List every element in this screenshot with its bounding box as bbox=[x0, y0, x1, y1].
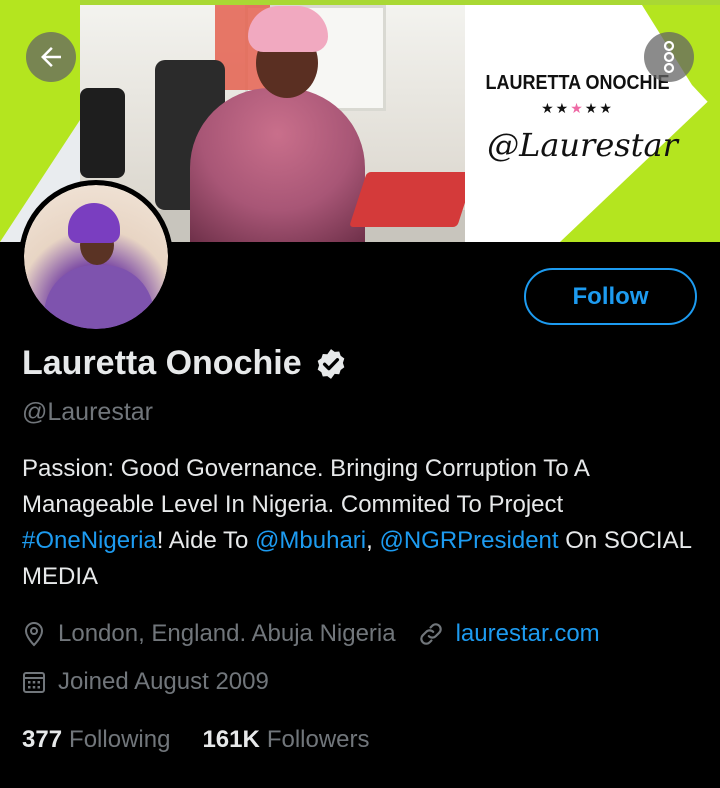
profile-meta-location-row: London, England. Abuja Nigeria laurestar… bbox=[22, 620, 600, 648]
profile-stats: 377 Following 161K Followers bbox=[22, 726, 370, 754]
following-count: 377 bbox=[22, 726, 63, 753]
location-pin-icon bbox=[24, 621, 44, 647]
avatar-photo bbox=[24, 185, 168, 329]
link-icon bbox=[419, 623, 442, 645]
profile-handle: @Laurestar bbox=[22, 398, 153, 426]
banner-caption-stars: ★★★★★ bbox=[541, 100, 614, 116]
more-options-button[interactable] bbox=[644, 32, 694, 82]
hashtag-link[interactable]: #OneNigeria bbox=[22, 527, 157, 554]
mention-link[interactable]: @Mbuhari bbox=[255, 527, 366, 554]
mention-link[interactable]: @NGRPresident bbox=[379, 527, 558, 554]
following-stat[interactable]: 377 Following bbox=[22, 726, 170, 754]
profile-website-link[interactable]: laurestar.com bbox=[456, 620, 600, 648]
banner-bag bbox=[80, 88, 125, 178]
banner-person-headwrap bbox=[248, 6, 328, 52]
followers-count: 161K bbox=[202, 726, 260, 753]
follow-button[interactable]: Follow bbox=[524, 268, 697, 325]
profile-location: London, England. Abuja Nigeria bbox=[58, 620, 396, 647]
profile-meta-joined-row: Joined August 2009 bbox=[22, 668, 269, 696]
back-button[interactable] bbox=[26, 32, 76, 82]
banner-caption-handle: @Laurestar bbox=[487, 126, 678, 164]
following-label: Following bbox=[69, 726, 171, 753]
arrow-left-icon bbox=[41, 47, 61, 67]
followers-stat[interactable]: 161K Followers bbox=[202, 726, 369, 754]
display-name: Lauretta Onochie bbox=[22, 344, 302, 382]
profile-name-row: Lauretta Onochie bbox=[22, 344, 348, 383]
profile-joined-date: Joined August 2009 bbox=[58, 668, 269, 695]
banner-laptop bbox=[349, 172, 475, 227]
banner-person-body bbox=[190, 88, 365, 242]
followers-label: Followers bbox=[266, 726, 370, 753]
profile-bio: Passion: Good Governance. Bringing Corru… bbox=[22, 455, 692, 590]
verified-badge-icon bbox=[317, 348, 344, 379]
profile-avatar[interactable] bbox=[19, 180, 173, 334]
banner-caption-name: LAURETTA ONOCHIE bbox=[485, 72, 670, 94]
calendar-icon bbox=[23, 672, 45, 693]
more-vertical-icon bbox=[663, 40, 675, 74]
